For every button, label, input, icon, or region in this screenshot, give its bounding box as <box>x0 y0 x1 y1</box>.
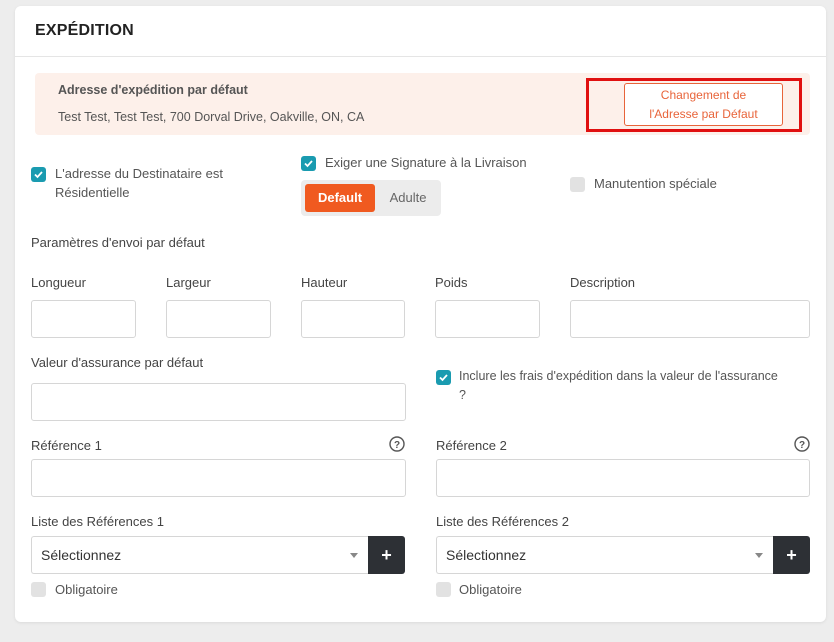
card-header: EXPÉDITION <box>15 6 826 57</box>
default-params-heading: Paramètres d'envoi par défaut <box>31 235 205 250</box>
help-icon[interactable]: ? <box>389 436 405 452</box>
chevron-down-icon <box>350 553 358 558</box>
include-fees-label-line1: Inclure les frais d'expédition dans la v… <box>459 369 778 383</box>
residential-label-line2: Résidentielle <box>55 185 130 200</box>
svg-text:?: ? <box>799 440 805 451</box>
length-input[interactable] <box>31 300 136 338</box>
reference2-label: Référence 2 <box>436 438 507 453</box>
plus-icon: + <box>786 545 797 565</box>
include-fees-label-line2: ? <box>459 388 466 402</box>
change-default-address-button[interactable]: Changement de l'Adresse par Défaut <box>624 83 783 126</box>
reference-list2-label: Liste des Références 2 <box>436 514 569 529</box>
reference2-input[interactable] <box>436 459 810 497</box>
residential-checkbox[interactable] <box>31 167 46 182</box>
default-address-title: Adresse d'expédition par défaut <box>58 83 248 97</box>
default-address-text: Test Test, Test Test, 700 Dorval Drive, … <box>58 110 365 124</box>
required1-label: Obligatoire <box>55 582 118 597</box>
add-reference2-button[interactable]: + <box>773 536 810 574</box>
required1-checkbox[interactable] <box>31 582 46 597</box>
check-icon <box>34 171 43 179</box>
special-handling-label: Manutention spéciale <box>594 176 717 191</box>
description-input[interactable] <box>570 300 810 338</box>
help-icon[interactable]: ? <box>794 436 810 452</box>
signature-type-adult[interactable]: Adulte <box>379 184 437 212</box>
reference-list1-select[interactable]: Sélectionnez <box>31 536 368 574</box>
weight-input[interactable] <box>435 300 540 338</box>
include-fees-label: Inclure les frais d'expédition dans la v… <box>459 367 778 405</box>
length-label: Longueur <box>31 275 86 290</box>
residential-label-line1: L'adresse du Destinataire est <box>55 166 223 181</box>
height-label: Hauteur <box>301 275 348 290</box>
change-button-line2: l'Adresse par Défaut <box>649 106 758 121</box>
svg-text:?: ? <box>394 440 400 451</box>
insurance-input[interactable] <box>31 383 406 421</box>
height-input[interactable] <box>301 300 405 338</box>
residential-label: L'adresse du Destinataire est Résidentie… <box>55 164 223 202</box>
add-reference1-button[interactable]: + <box>368 536 405 574</box>
signature-label: Exiger une Signature à la Livraison <box>325 155 527 170</box>
special-handling-checkbox[interactable] <box>570 177 585 192</box>
signature-checkbox[interactable] <box>301 156 316 171</box>
check-icon <box>439 374 448 382</box>
reference-list2-select[interactable]: Sélectionnez <box>436 536 773 574</box>
plus-icon: + <box>381 545 392 565</box>
weight-label: Poids <box>435 275 468 290</box>
reference-list1-value: Sélectionnez <box>41 547 122 563</box>
reference1-input[interactable] <box>31 459 406 497</box>
section-title: EXPÉDITION <box>35 22 134 39</box>
chevron-down-icon <box>755 553 763 558</box>
reference-list2-value: Sélectionnez <box>446 547 527 563</box>
reference1-label: Référence 1 <box>31 438 102 453</box>
insurance-label: Valeur d'assurance par défaut <box>31 355 204 370</box>
width-input[interactable] <box>166 300 271 338</box>
shipping-card: EXPÉDITION Adresse d'expédition par défa… <box>15 6 826 622</box>
width-label: Largeur <box>166 275 211 290</box>
signature-type-toggle: Default Adulte <box>301 180 441 216</box>
signature-type-default[interactable]: Default <box>305 184 375 212</box>
required2-label: Obligatoire <box>459 582 522 597</box>
reference-list1-label: Liste des Références 1 <box>31 514 164 529</box>
required2-checkbox[interactable] <box>436 582 451 597</box>
include-fees-checkbox[interactable] <box>436 370 451 385</box>
change-button-line1: Changement de <box>660 87 747 102</box>
description-label: Description <box>570 275 636 290</box>
check-icon <box>304 160 313 168</box>
